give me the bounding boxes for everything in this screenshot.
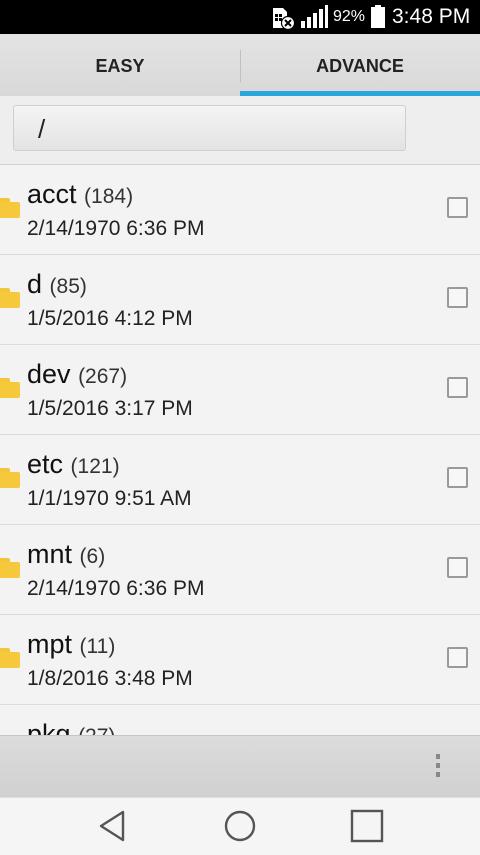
file-date: 1/8/2016 3:48 PM: [27, 667, 193, 690]
folder-icon: [0, 648, 20, 668]
overflow-menu-icon[interactable]: [426, 750, 450, 784]
file-date: 2/14/1970 6:36 PM: [27, 217, 205, 240]
back-triangle-icon[interactable]: [96, 809, 132, 843]
path-bar: /: [0, 96, 480, 165]
navigation-bar: [0, 797, 480, 855]
file-count: (11): [79, 635, 116, 658]
file-count: (267): [78, 365, 128, 388]
file-name: mpt: [27, 629, 73, 659]
file-count: (85): [49, 275, 87, 298]
list-item[interactable]: etc (121) 1/1/1970 9:51 AM: [0, 435, 480, 525]
select-checkbox[interactable]: [447, 467, 468, 488]
file-name-line: pkg (27): [27, 719, 115, 735]
file-name-line: etc (121): [27, 449, 120, 480]
list-item[interactable]: dev (267) 1/5/2016 3:17 PM: [0, 345, 480, 435]
file-name: acct: [27, 179, 77, 209]
list-item[interactable]: mnt (6) 2/14/1970 6:36 PM: [0, 525, 480, 615]
list-item[interactable]: pkg (27): [0, 705, 480, 735]
file-date: 1/5/2016 4:12 PM: [27, 307, 193, 330]
select-checkbox[interactable]: [447, 557, 468, 578]
folder-icon: [0, 468, 20, 488]
file-name-line: d (85): [27, 269, 87, 300]
folder-icon: [0, 198, 20, 218]
list-item[interactable]: d (85) 1/5/2016 4:12 PM: [0, 255, 480, 345]
signal-bars-icon: [300, 5, 328, 34]
status-bar: 92% 3:48 PM: [0, 0, 480, 34]
file-name-line: acct (184): [27, 179, 133, 210]
folder-icon: [0, 558, 20, 578]
folder-icon: [0, 378, 20, 398]
file-name-line: dev (267): [27, 359, 127, 390]
file-name: d: [27, 269, 43, 299]
file-name: mnt: [27, 539, 73, 569]
status-clock: 3:48 PM: [392, 5, 471, 28]
select-checkbox[interactable]: [447, 197, 468, 218]
file-count: (27): [78, 725, 115, 735]
file-list[interactable]: acct (184) 2/14/1970 6:36 PM d (85) 1/5/…: [0, 165, 480, 735]
file-count: (6): [79, 545, 106, 568]
bottom-action-bar: [0, 735, 480, 798]
tab-easy[interactable]: EASY: [0, 34, 240, 96]
file-date: 2/14/1970 6:36 PM: [27, 577, 205, 600]
folder-icon: [0, 288, 20, 308]
file-name: pkg: [27, 719, 71, 735]
file-name-line: mpt (11): [27, 629, 115, 660]
tab-advance[interactable]: ADVANCE: [240, 34, 480, 96]
file-count: (121): [70, 455, 120, 478]
file-count: (184): [84, 185, 134, 208]
path-field[interactable]: /: [13, 105, 406, 151]
recents-square-icon[interactable]: [349, 809, 385, 843]
list-item[interactable]: mpt (11) 1/8/2016 3:48 PM: [0, 615, 480, 705]
sim-no-service-icon: [271, 6, 297, 35]
file-date: 1/5/2016 3:17 PM: [27, 397, 193, 420]
file-name: dev: [27, 359, 71, 389]
select-checkbox[interactable]: [447, 377, 468, 398]
tab-bar: EASY ADVANCE: [0, 34, 480, 97]
file-date: 1/1/1970 9:51 AM: [27, 487, 192, 510]
battery-icon: [370, 5, 386, 34]
file-name-line: mnt (6): [27, 539, 105, 570]
battery-percentage: 92%: [333, 8, 366, 25]
select-checkbox[interactable]: [447, 647, 468, 668]
home-circle-icon[interactable]: [222, 809, 258, 843]
select-checkbox[interactable]: [447, 287, 468, 308]
list-item[interactable]: acct (184) 2/14/1970 6:36 PM: [0, 165, 480, 255]
file-name: etc: [27, 449, 64, 479]
